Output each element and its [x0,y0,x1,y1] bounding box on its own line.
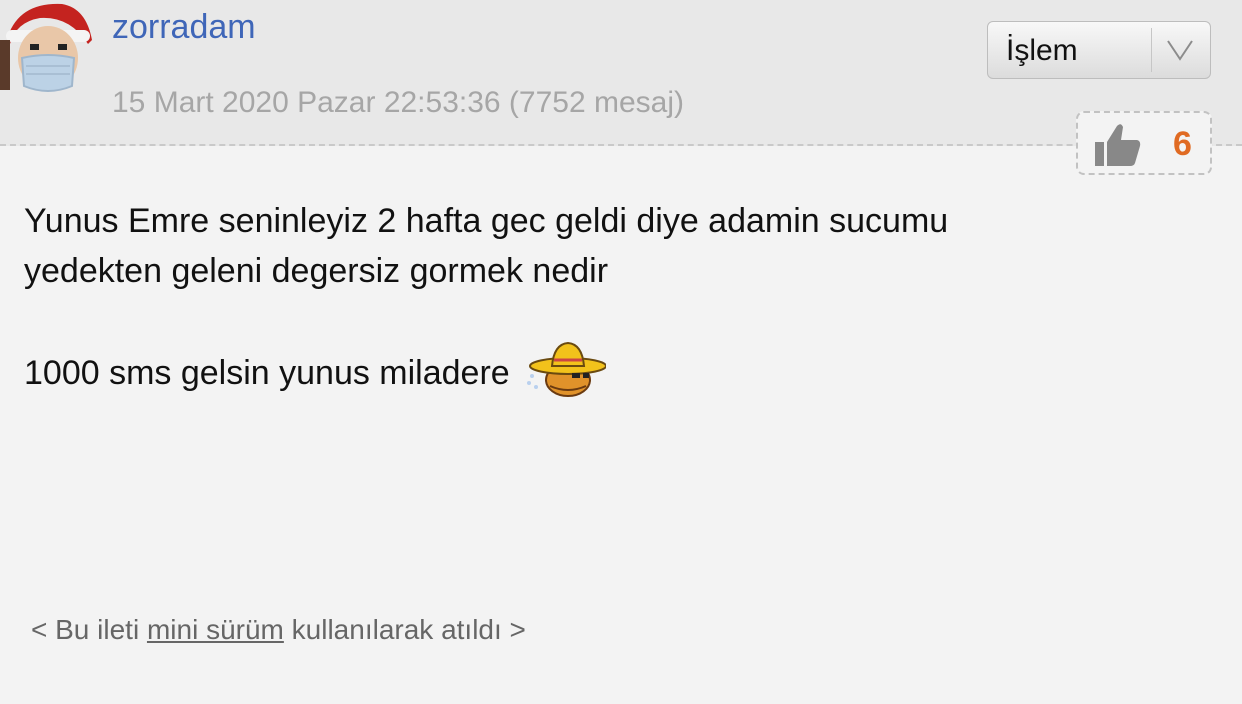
post-text-line: yedekten geleni degersiz gormek nedir [24,252,609,290]
thumb-up-icon [1095,124,1141,166]
footer-prefix: < Bu ileti [31,614,140,645]
post-text-paragraph: 1000 sms gelsin yunus miladere [24,341,1214,406]
like-count: 6 [1173,125,1192,163]
sombrero-smiley-icon [524,338,607,400]
action-select[interactable]: İşlem [987,21,1211,79]
post-footer: < Bu ileti mini sürüm kullanılarak atıld… [31,614,526,646]
post-text-line: 1000 sms gelsin yunus miladere [24,353,510,392]
santa-masked-avatar [0,0,96,100]
username-link[interactable]: zorradam [112,8,256,47]
footer-suffix: kullanılarak atıldı > [291,614,526,645]
select-divider [1151,28,1152,72]
like-button[interactable]: 6 [1076,111,1212,175]
chevron-down-icon [1167,40,1193,61]
avatar[interactable] [0,0,96,100]
mini-version-link[interactable]: mini sürüm [147,614,284,645]
post-body: Yunus Emre seninleyiz 2 hafta gec geldi … [24,196,1214,406]
post-text-line: Yunus Emre seninleyiz 2 hafta gec geldi … [24,202,949,240]
action-select-label: İşlem [1006,34,1078,67]
header-divider [0,144,1242,146]
post-meta: 15 Mart 2020 Pazar 22:53:36 (7752 mesaj) [112,86,685,119]
